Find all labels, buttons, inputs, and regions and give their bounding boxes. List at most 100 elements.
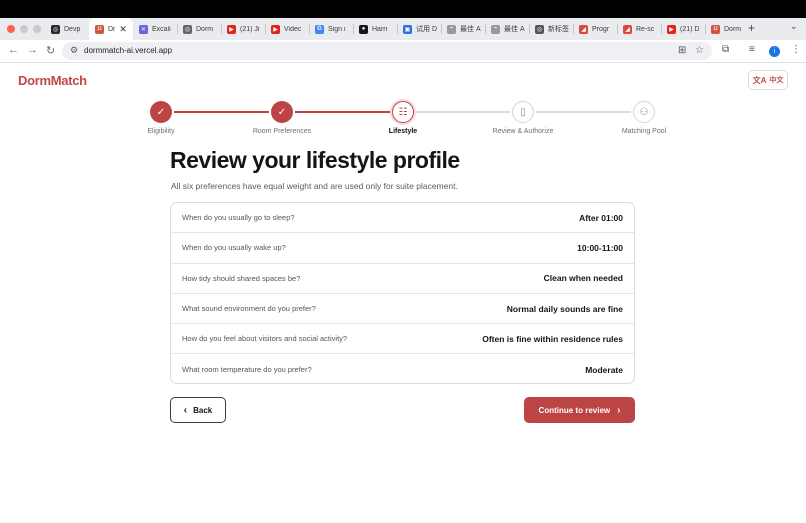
close-tab-icon[interactable]: ✕ [119,24,127,35]
back-arrow-icon[interactable]: ← [8,44,19,56]
preference-row: When do you usually wake up? 10:00-11:00 [171,233,634,264]
browser-tab[interactable]: ◢ Re-sc [617,18,661,40]
preference-question: When do you usually go to sleep? [182,213,295,223]
browser-tab[interactable]: G Sign i [309,18,353,40]
preference-answer: Moderate [585,364,623,375]
preference-row: When do you usually go to sleep? After 01… [171,203,634,234]
back-button[interactable]: ‹ Back [170,397,226,423]
tab-title: Excali [152,25,171,33]
tab-title: Videc [284,25,302,33]
tab-favicon-icon: ◢ [579,24,588,34]
stepper-connector [174,111,269,113]
browser-tab[interactable]: ◢ Progr [573,18,617,40]
stepper-connector [536,111,631,113]
browser-tab[interactable]: ▶ Videc [265,18,309,40]
bookmark-star-icon[interactable]: ☆ [695,45,704,56]
tab-favicon-icon: ◘ [95,24,104,34]
tab-title: Dorm [196,25,214,33]
step-matching-pool-icon: ⚇ [633,101,655,123]
chevron-left-icon: ‹ [183,404,188,416]
reload-icon[interactable]: ↻ [46,44,55,57]
step-label: Review & Authorize [492,128,554,135]
extensions-puzzle-icon[interactable]: ⧉ [722,44,729,55]
zoom-window-button[interactable] [33,25,41,33]
preference-question: When do you usually wake up? [182,243,286,253]
step-review-authorize-icon: ▯ [512,101,534,123]
continue-button-label: Continue to review [538,405,611,415]
browser-tab[interactable]: ▶ (21) Ji [221,18,265,40]
stepper-connector [295,111,390,113]
tab-favicon-icon: ▶ [667,24,676,34]
language-switch-button[interactable]: 文A 中文 [748,70,788,90]
language-label: 中文 [769,77,784,84]
tab-title: Re-sc [636,25,655,33]
browser-tab[interactable]: ◎ 新标签 [529,18,573,40]
step-lifestyle-icon: ☷ [392,101,414,123]
browser-toolbar: ← → ↻ ⚙ dormmatch-ai.vercel.app ⊞ ☆ ⧉ ≡ … [0,40,806,63]
address-url[interactable]: dormmatch-ai.vercel.app [84,46,172,55]
tab-favicon-icon: ~ [491,24,500,34]
system-top-bar [0,0,806,18]
tab-favicon-icon: ● [359,24,368,34]
tab-favicon-icon: ◢ [623,24,632,34]
close-window-button[interactable] [7,25,15,33]
browser-menu-icon[interactable]: ⋮ [791,44,801,55]
tab-search-menu-icon[interactable]: ⌄ [790,21,798,32]
address-bar[interactable]: ⚙ dormmatch-ai.vercel.app ⊞ ☆ [62,42,712,60]
step-label: Room Preferences [252,128,312,135]
browser-tab[interactable]: ◎ Devp [45,18,89,40]
page-subtitle: All six preferences have equal weight an… [171,181,458,191]
translate-language-icon: 文A [752,75,767,85]
tab-title: Dr [108,25,116,33]
step-label: Eligibility [147,128,175,135]
tab-favicon-icon: ~ [447,24,456,34]
chevron-right-icon: › [617,404,621,416]
tab-favicon-icon: ▶ [271,24,280,34]
preference-question: How do you feel about visitors and socia… [182,334,348,344]
tab-title: 最佳 A [460,26,481,33]
reading-list-icon[interactable]: ≡ [749,44,755,55]
tab-title: Sign i [328,25,346,33]
preference-answer: After 01:00 [579,212,623,223]
tab-title: Progr [592,25,610,33]
tab-favicon-icon: ✕ [139,24,148,34]
browser-tab[interactable]: ▶ (21) D [661,18,705,40]
minimize-window-button[interactable] [20,25,28,33]
browser-tab[interactable]: ◘ Dorm [705,18,749,40]
dormmatch-logo[interactable]: DormMatch [18,73,87,88]
tab-favicon-icon: G [315,24,324,34]
step-eligibility-icon: ✓ [150,101,172,123]
browser-tab[interactable]: ◎ Dorm [177,18,221,40]
tab-favicon-icon: ◘ [711,24,720,34]
preference-question: How tidy should shared spaces be? [182,273,301,283]
browser-tabs: ◎ Devp ◘ Dr ✕ ✕ Excali ◎ Dorm ▶ (21) Ji ▶ Videc G Sign… [45,18,749,40]
tab-title: Dorm [724,25,742,33]
translate-icon[interactable]: ⊞ [678,45,686,56]
browser-tab[interactable]: ~ 最佳 A [441,18,485,40]
tab-title: Harri [372,25,388,33]
new-tab-button[interactable]: + [748,21,755,35]
profile-avatar[interactable]: i [769,46,780,57]
progress-stepper: ✓ Eligibility ✓ Room Preferences ☷ Lifestyle ▯… [0,100,806,140]
step-label: Lifestyle [388,128,418,135]
lifestyle-summary-card: When do you usually go to sleep? After 01… [170,202,635,384]
browser-tab[interactable]: ▣ 试用 D [397,18,441,40]
browser-tab[interactable]: ✕ Excali [133,18,177,40]
back-button-label: Back [193,405,213,415]
tab-title: Devp [64,25,81,33]
tab-favicon-icon: ◎ [183,24,192,34]
tab-favicon-icon: ◎ [51,24,60,34]
browser-tab[interactable]: ~ 最佳 A [485,18,529,40]
browser-tab[interactable]: ● Harri [353,18,397,40]
tab-favicon-icon: ◎ [535,24,544,34]
preference-answer: Clean when needed [543,273,623,284]
preference-answer: 10:00-11:00 [577,242,623,253]
continue-to-review-button[interactable]: Continue to review › [524,397,635,423]
preference-answer: Normal daily sounds are fine [506,303,623,314]
step-room-preferences-icon: ✓ [271,101,293,123]
browser-tab[interactable]: ◘ Dr ✕ [89,18,133,40]
tab-title: 最佳 A [504,26,525,33]
forward-arrow-icon[interactable]: → [27,44,38,56]
browser-tab-strip: ◎ Devp ◘ Dr ✕ ✕ Excali ◎ Dorm ▶ (21) Ji ▶ Videc G Sign… [0,18,806,40]
site-info-icon[interactable]: ⚙ [70,45,78,56]
